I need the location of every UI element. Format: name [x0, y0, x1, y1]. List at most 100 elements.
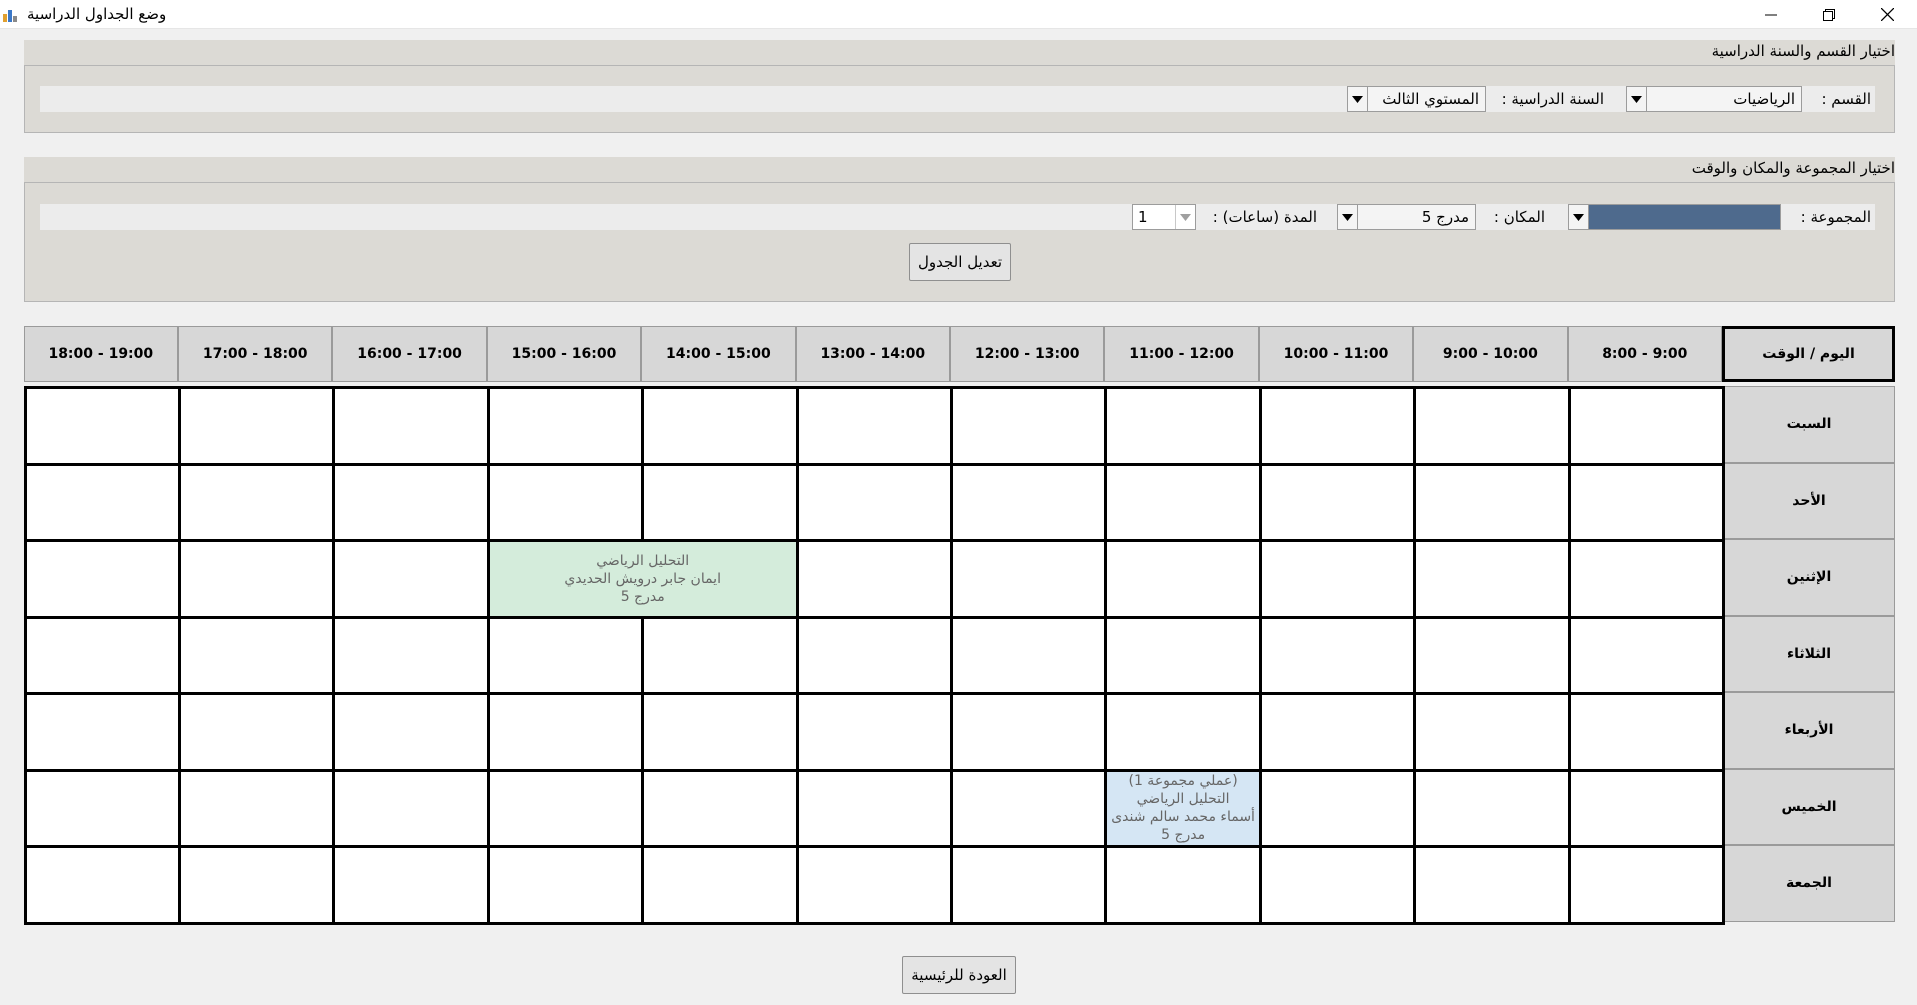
schedule-cell[interactable]: [486, 845, 645, 925]
chevron-down-icon[interactable]: [1348, 87, 1368, 111]
schedule-cell[interactable]: [1567, 615, 1725, 695]
schedule-cell[interactable]: [1258, 692, 1417, 772]
schedule-cell[interactable]: [950, 386, 1108, 466]
chevron-down-icon[interactable]: [1338, 205, 1358, 229]
schedule-cell[interactable]: [1413, 845, 1571, 925]
schedule-cell[interactable]: [641, 615, 799, 695]
year-select[interactable]: المستوي الثالث: [1347, 86, 1486, 112]
schedule-cell[interactable]: [23, 462, 181, 542]
schedule-cell[interactable]: [23, 768, 181, 848]
schedule-cell[interactable]: [1104, 615, 1262, 695]
schedule-cell[interactable]: [1413, 539, 1571, 619]
group-select[interactable]: [1568, 204, 1781, 230]
chevron-down-icon[interactable]: [1175, 205, 1195, 229]
chevron-down-icon[interactable]: [1627, 87, 1647, 111]
schedule-cell[interactable]: [950, 768, 1108, 848]
close-button[interactable]: [1858, 0, 1916, 29]
schedule-cell[interactable]: [1567, 386, 1725, 466]
schedule-cell[interactable]: [795, 768, 953, 848]
schedule-cell[interactable]: [1258, 768, 1417, 848]
schedule-cell[interactable]: [1567, 768, 1725, 848]
department-select[interactable]: الرياضيات: [1626, 86, 1802, 112]
class-session[interactable]: التحليل الرياضي ايمان جابر درويش الحديدي م…: [486, 539, 799, 619]
minimize-icon: [1765, 14, 1777, 15]
schedule-cell[interactable]: [1104, 539, 1262, 619]
duration-spinner[interactable]: 1: [1132, 204, 1196, 230]
schedule-cell[interactable]: [178, 768, 336, 848]
schedule-cell[interactable]: [1258, 845, 1417, 925]
schedule-cell[interactable]: [1567, 845, 1725, 925]
schedule-cell[interactable]: [23, 539, 181, 619]
schedule-cell[interactable]: [795, 462, 953, 542]
schedule-cell[interactable]: [23, 845, 181, 925]
duration-label: المدة (ساعات) :: [1212, 208, 1317, 226]
schedule-cell[interactable]: [950, 539, 1108, 619]
department-value: الرياضيات: [1733, 90, 1795, 108]
schedule-cell[interactable]: [1258, 462, 1417, 542]
schedule-cell[interactable]: [950, 692, 1108, 772]
schedule-cell[interactable]: [795, 615, 953, 695]
chevron-down-icon[interactable]: [1569, 205, 1589, 229]
schedule-cell[interactable]: [950, 462, 1108, 542]
schedule-cell[interactable]: [1104, 386, 1262, 466]
schedule-cell[interactable]: [1258, 615, 1417, 695]
restore-button[interactable]: [1800, 0, 1858, 29]
edit-schedule-button[interactable]: تعديل الجدول: [909, 243, 1011, 281]
schedule-cell[interactable]: [1413, 768, 1571, 848]
schedule-cell[interactable]: [178, 539, 336, 619]
schedule-cell[interactable]: [795, 539, 953, 619]
schedule-cell[interactable]: [1104, 692, 1262, 772]
schedule-cell[interactable]: [795, 692, 953, 772]
schedule-cell[interactable]: [1567, 462, 1725, 542]
schedule-cell[interactable]: [1258, 386, 1417, 466]
schedule-cell[interactable]: [332, 768, 490, 848]
schedule-cell[interactable]: [950, 615, 1108, 695]
minimize-button[interactable]: [1742, 0, 1800, 29]
schedule-cell[interactable]: [332, 386, 490, 466]
schedule-cell[interactable]: [641, 845, 799, 925]
back-to-home-button[interactable]: العودة للرئيسية: [902, 956, 1016, 994]
schedule-cell[interactable]: [950, 845, 1108, 925]
schedule-cell[interactable]: [641, 462, 799, 542]
schedule-cell[interactable]: [1567, 539, 1725, 619]
schedule-cell[interactable]: [178, 386, 336, 466]
schedule-cell[interactable]: [1104, 845, 1262, 925]
schedule-cell[interactable]: [1413, 462, 1571, 542]
session-text: ايمان جابر درويش الحديدي: [564, 570, 721, 587]
schedule-cell[interactable]: [641, 768, 799, 848]
schedule-cell[interactable]: [486, 615, 645, 695]
schedule-cell[interactable]: [332, 462, 490, 542]
schedule-cell[interactable]: [641, 692, 799, 772]
class-session[interactable]: (عملي مجموعة 1) التحليل الرياضي أسماء محمد…: [1104, 768, 1262, 848]
time-slot-header: 17:00 - 18:00: [178, 326, 333, 382]
schedule-cell[interactable]: [486, 386, 645, 466]
schedule-cell[interactable]: [23, 692, 181, 772]
schedule-cell[interactable]: [641, 386, 799, 466]
schedule-cell[interactable]: [23, 386, 181, 466]
schedule-cell[interactable]: [1413, 386, 1571, 466]
schedule-cell[interactable]: [1567, 692, 1725, 772]
section1-header: [24, 40, 1895, 65]
schedule-cell[interactable]: [1258, 539, 1417, 619]
place-select[interactable]: مدرج 5: [1337, 204, 1476, 230]
schedule-cell[interactable]: [332, 692, 490, 772]
schedule-cell[interactable]: [332, 845, 490, 925]
schedule-cell[interactable]: [486, 768, 645, 848]
schedule-cell[interactable]: [23, 615, 181, 695]
time-slot-header: 16:00 - 17:00: [332, 326, 487, 382]
schedule-cell[interactable]: [486, 692, 645, 772]
schedule-cell[interactable]: [486, 462, 645, 542]
schedule-cell[interactable]: [1104, 462, 1262, 542]
schedule-cell[interactable]: [332, 539, 490, 619]
schedule-cell[interactable]: [1413, 615, 1571, 695]
schedule-cell[interactable]: [178, 845, 336, 925]
schedule-cell[interactable]: [178, 462, 336, 542]
schedule-cell[interactable]: [1413, 692, 1571, 772]
schedule-cell[interactable]: [795, 845, 953, 925]
schedule-cell[interactable]: [332, 615, 490, 695]
schedule-cell[interactable]: [178, 692, 336, 772]
schedule-cell[interactable]: [178, 615, 336, 695]
schedule-cell[interactable]: [795, 386, 953, 466]
time-slot-header: 14:00 - 15:00: [641, 326, 796, 382]
title-bar: وضع الجداول الدراسية: [0, 0, 1917, 29]
